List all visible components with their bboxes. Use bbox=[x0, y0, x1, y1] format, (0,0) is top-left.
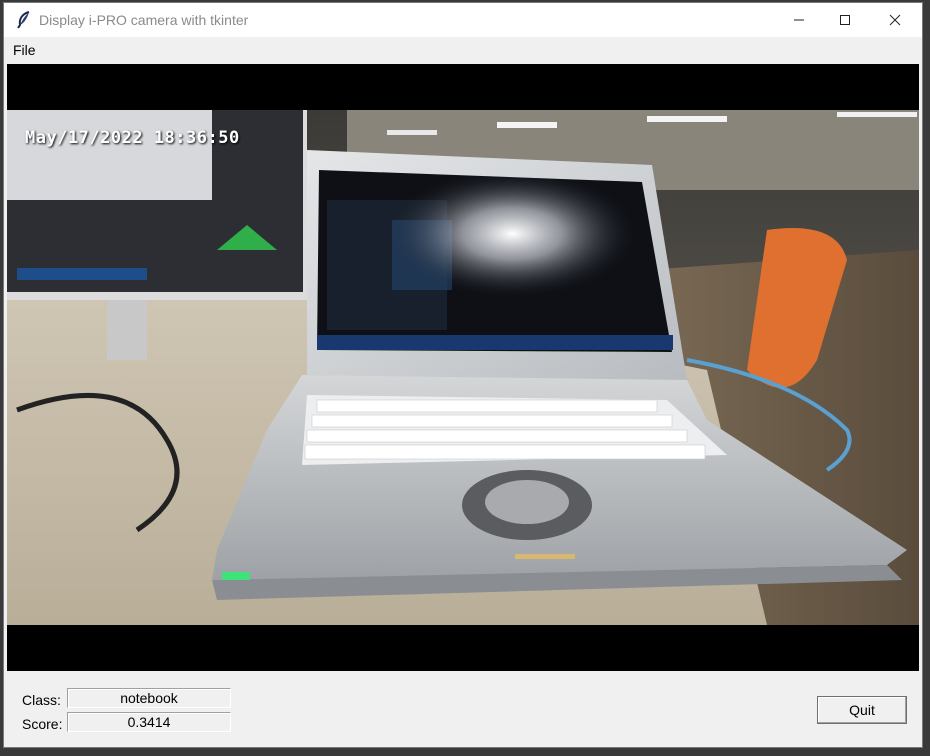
minimize-icon bbox=[793, 14, 805, 26]
maximize-icon bbox=[839, 14, 851, 26]
score-label: Score: bbox=[22, 716, 63, 732]
quit-button[interactable]: Quit bbox=[817, 696, 907, 724]
class-label: Class: bbox=[22, 692, 61, 708]
title-bar[interactable]: Display i-PRO camera with tkinter bbox=[4, 3, 922, 37]
video-timestamp: May/17/2022 18:36:50 bbox=[25, 128, 240, 148]
menu-bar: File bbox=[4, 37, 922, 63]
maximize-button[interactable] bbox=[822, 3, 868, 37]
app-window: Display i-PRO camera with tkinter File M… bbox=[3, 2, 923, 748]
close-button[interactable] bbox=[872, 3, 918, 37]
minimize-button[interactable] bbox=[776, 3, 822, 37]
video-display: May/17/2022 18:36:50 bbox=[7, 64, 919, 671]
score-value-field: 0.3414 bbox=[67, 712, 231, 732]
camera-feed-image bbox=[7, 110, 919, 625]
feather-icon bbox=[16, 11, 32, 29]
window-title: Display i-PRO camera with tkinter bbox=[39, 12, 249, 28]
class-value-field: notebook bbox=[67, 688, 231, 708]
menu-file[interactable]: File bbox=[13, 42, 36, 58]
close-icon bbox=[889, 14, 901, 26]
